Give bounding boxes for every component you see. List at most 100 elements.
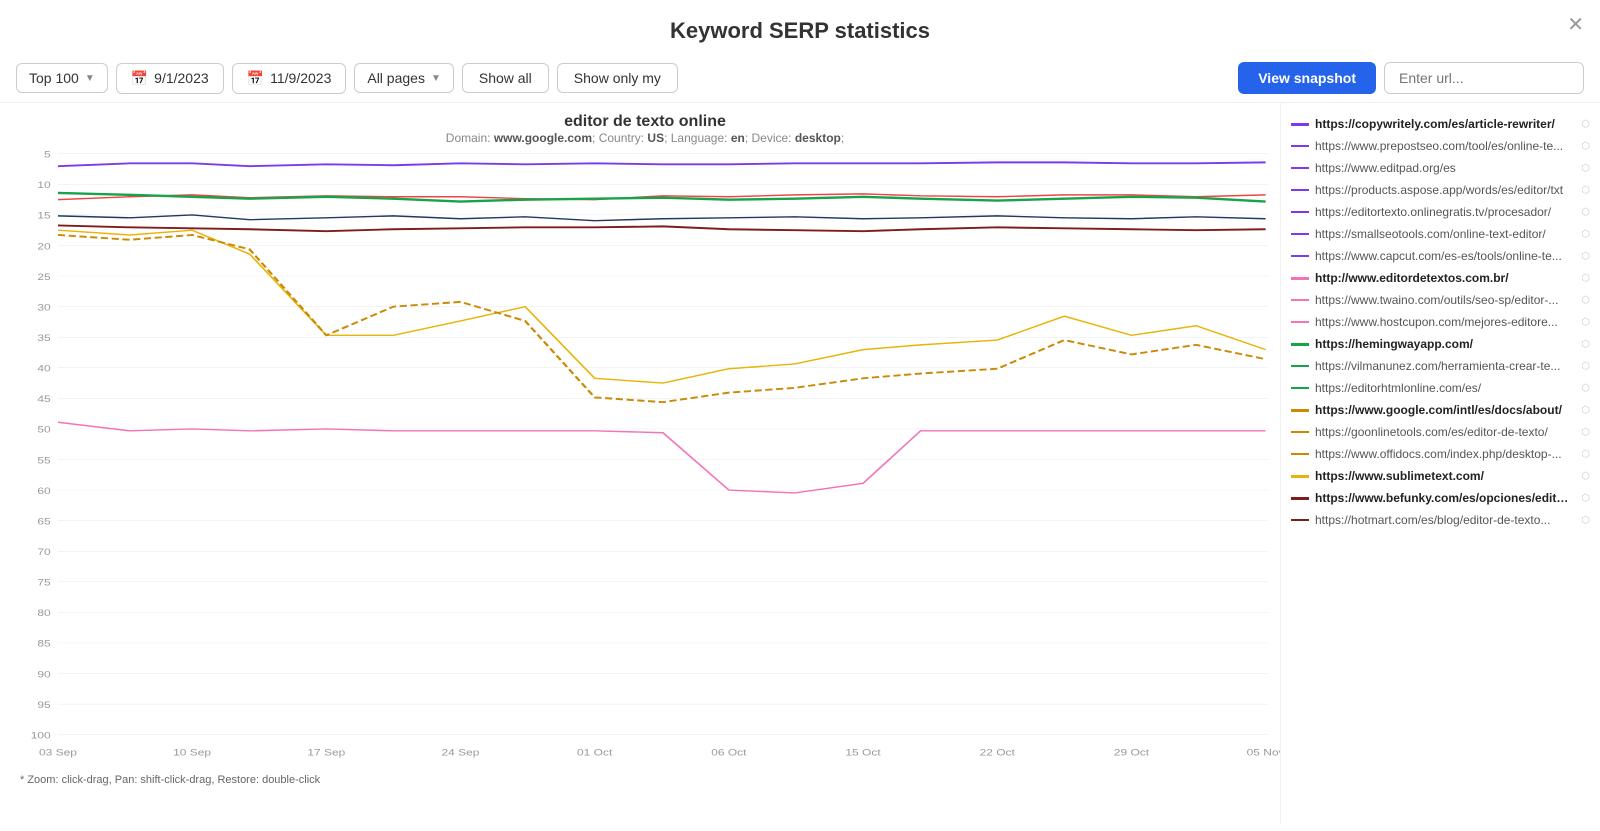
legend-color-line [1291,475,1309,478]
external-link-icon[interactable]: ⬡ [1581,383,1590,394]
external-link-icon[interactable]: ⬡ [1581,427,1590,438]
svg-text:17 Sep: 17 Sep [307,748,345,759]
legend-item[interactable]: https://www.befunky.com/es/opciones/edit… [1281,487,1600,509]
legend-url: https://www.editpad.org/es [1315,161,1575,175]
svg-text:30: 30 [37,303,50,314]
legend-color-line [1291,145,1309,147]
external-link-icon[interactable]: ⬡ [1581,163,1590,174]
external-link-icon[interactable]: ⬡ [1581,207,1590,218]
legend-item[interactable]: https://editortexto.onlinegratis.tv/proc… [1281,201,1600,223]
legend-url: https://hemingwayapp.com/ [1315,337,1575,351]
show-all-label: Show all [479,70,532,86]
chart-area: editor de texto online Domain: www.googl… [0,103,1280,824]
legend-url: https://www.befunky.com/es/opciones/edit… [1315,491,1575,505]
svg-text:65: 65 [37,517,50,528]
show-all-button[interactable]: Show all [462,63,549,93]
legend-color-line [1291,255,1309,257]
legend-item[interactable]: https://www.hostcupon.com/mejores-editor… [1281,311,1600,333]
legend-item[interactable]: https://goonlinetools.com/es/editor-de-t… [1281,421,1600,443]
legend-url: https://editortexto.onlinegratis.tv/proc… [1315,205,1575,219]
chart-country: US [647,131,664,145]
all-pages-dropdown[interactable]: All pages ▼ [354,63,454,93]
svg-text:100: 100 [31,731,51,742]
svg-text:45: 45 [37,394,50,405]
legend-item[interactable]: https://hemingwayapp.com/ ⬡ [1281,333,1600,355]
keyword-title: editor de texto online [10,113,1280,131]
calendar-icon: 📅 [247,70,264,87]
svg-text:70: 70 [37,547,50,558]
toolbar: Top 100 ▼ 📅 9/1/2023 📅 11/9/2023 All pag… [0,54,1600,103]
legend-item[interactable]: https://www.prepostseo.com/tool/es/onlin… [1281,135,1600,157]
legend-url: https://www.capcut.com/es-es/tools/onlin… [1315,249,1575,263]
external-link-icon[interactable]: ⬡ [1581,295,1590,306]
svg-text:01 Oct: 01 Oct [577,748,612,759]
legend-color-line [1291,365,1309,367]
legend-item[interactable]: https://hotmart.com/es/blog/editor-de-te… [1281,509,1600,531]
legend-item[interactable]: https://www.offidocs.com/index.php/deskt… [1281,443,1600,465]
legend-color-line [1291,123,1309,126]
legend-item[interactable]: https://copywritely.com/es/article-rewri… [1281,113,1600,135]
external-link-icon[interactable]: ⬡ [1581,119,1590,130]
legend-url: https://products.aspose.app/words/es/edi… [1315,183,1575,197]
chart-zoom-hint: * Zoom: click-drag, Pan: shift-click-dra… [10,770,1280,790]
date-start-value: 9/1/2023 [154,70,209,86]
legend-url: https://www.hostcupon.com/mejores-editor… [1315,315,1575,329]
svg-text:24 Sep: 24 Sep [442,748,480,759]
legend-item[interactable]: https://www.google.com/intl/es/docs/abou… [1281,399,1600,421]
svg-text:05 Nov: 05 Nov [1247,748,1280,759]
chart-svg[interactable]: 5 10 15 20 25 30 35 40 45 [10,149,1280,770]
external-link-icon[interactable]: ⬡ [1581,229,1590,240]
legend-item[interactable]: http://www.editordetextos.com.br/ ⬡ [1281,267,1600,289]
view-snapshot-label: View snapshot [1258,70,1356,86]
external-link-icon[interactable]: ⬡ [1581,471,1590,482]
legend-item[interactable]: https://products.aspose.app/words/es/edi… [1281,179,1600,201]
legend-url: https://www.google.com/intl/es/docs/abou… [1315,403,1575,417]
legend-color-line [1291,321,1309,323]
external-link-icon[interactable]: ⬡ [1581,185,1590,196]
svg-text:03 Sep: 03 Sep [39,748,77,759]
legend-item[interactable]: https://www.twaino.com/outils/seo-sp/edi… [1281,289,1600,311]
chart-container[interactable]: 5 10 15 20 25 30 35 40 45 [10,149,1280,770]
legend-color-line [1291,387,1309,389]
legend-url: https://goonlinetools.com/es/editor-de-t… [1315,425,1575,439]
show-only-my-button[interactable]: Show only my [557,63,678,93]
svg-text:50: 50 [37,425,50,436]
svg-text:75: 75 [37,578,50,589]
external-link-icon[interactable]: ⬡ [1581,273,1590,284]
top100-dropdown[interactable]: Top 100 ▼ [16,63,108,93]
legend-url: https://editorhtmlonline.com/es/ [1315,381,1575,395]
legend-color-line [1291,211,1309,213]
legend-url: http://www.editordetextos.com.br/ [1315,271,1575,285]
legend-color-line [1291,519,1309,521]
legend-color-line [1291,431,1309,433]
legend-url: https://copywritely.com/es/article-rewri… [1315,117,1575,131]
legend-url: https://www.sublimetext.com/ [1315,469,1575,483]
legend-item[interactable]: https://www.editpad.org/es ⬡ [1281,157,1600,179]
external-link-icon[interactable]: ⬡ [1581,317,1590,328]
url-search-input[interactable] [1384,62,1584,94]
date-end-picker[interactable]: 📅 11/9/2023 [232,63,347,94]
legend-item[interactable]: https://smallseotools.com/online-text-ed… [1281,223,1600,245]
legend-url: https://smallseotools.com/online-text-ed… [1315,227,1575,241]
view-snapshot-button[interactable]: View snapshot [1238,62,1376,94]
legend-item[interactable]: https://www.sublimetext.com/ ⬡ [1281,465,1600,487]
external-link-icon[interactable]: ⬡ [1581,515,1590,526]
external-link-icon[interactable]: ⬡ [1581,405,1590,416]
legend-item[interactable]: https://vilmanunez.com/herramienta-crear… [1281,355,1600,377]
chart-lines [58,162,1266,493]
close-button[interactable]: ✕ [1567,12,1584,37]
x-axis-labels: 03 Sep 10 Sep 17 Sep 24 Sep 01 Oct 06 Oc… [39,748,1280,759]
external-link-icon[interactable]: ⬡ [1581,449,1590,460]
date-start-picker[interactable]: 📅 9/1/2023 [116,63,224,94]
external-link-icon[interactable]: ⬡ [1581,339,1590,350]
external-link-icon[interactable]: ⬡ [1581,251,1590,262]
legend-color-line [1291,497,1309,500]
external-link-icon[interactable]: ⬡ [1581,361,1590,372]
svg-text:22 Oct: 22 Oct [980,748,1015,759]
external-link-icon[interactable]: ⬡ [1581,141,1590,152]
all-pages-label: All pages [367,70,425,86]
legend-item[interactable]: https://editorhtmlonline.com/es/ ⬡ [1281,377,1600,399]
external-link-icon[interactable]: ⬡ [1581,493,1590,504]
legend-item[interactable]: https://www.capcut.com/es-es/tools/onlin… [1281,245,1600,267]
chart-device: desktop [795,131,841,145]
